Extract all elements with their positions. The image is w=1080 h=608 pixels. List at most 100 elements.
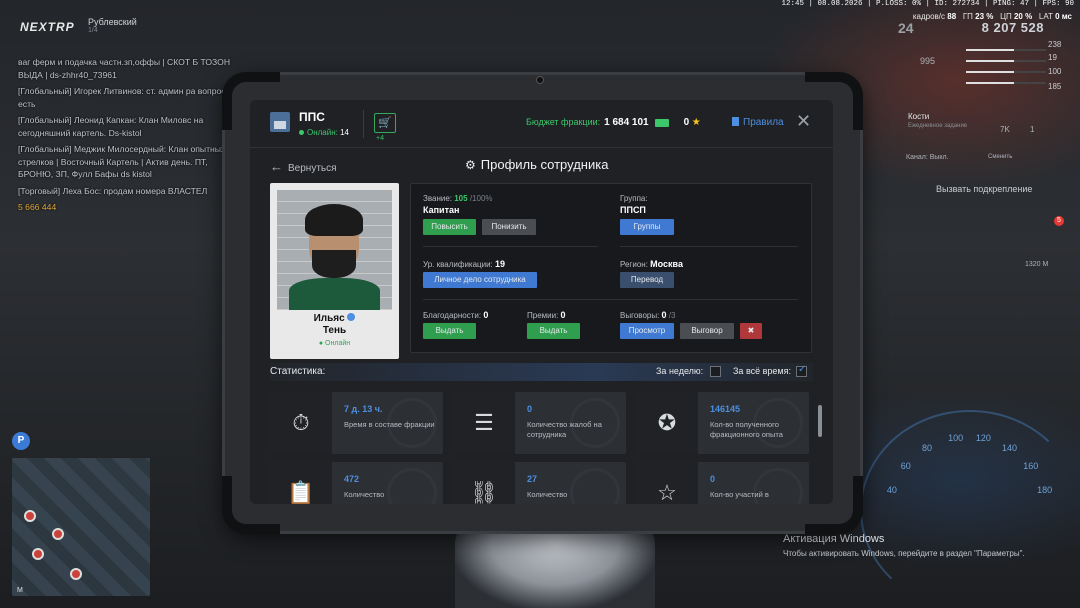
stat-value: 146145 xyxy=(710,404,741,414)
give-bonus-button[interactable]: Выдать xyxy=(527,323,580,339)
stat-tile: ⏱ 7 д. 13 ч. Время в составе фракции xyxy=(270,392,443,454)
call-backup[interactable]: Вызвать подкрепление xyxy=(936,184,1032,194)
server-logo: NEXTRP xyxy=(20,20,75,34)
employee-info-panel: Звание: 105 /100% Капитан Повысить Пониз… xyxy=(410,183,812,353)
stat-tiles: ⏱ 7 д. 13 ч. Время в составе фракции ☰ 0 Коли… xyxy=(270,392,811,504)
dice-subtitle: Ежедневное задание xyxy=(908,123,968,129)
speed-tick-label: 60 xyxy=(900,460,911,471)
chat-message: ваг ферм и подачка частн.зп,оффы | СКОТ … xyxy=(18,57,231,80)
clipboard-icon: 📋 xyxy=(270,462,332,504)
star-icon: ★ xyxy=(691,117,701,128)
star-badge-icon: ☆ xyxy=(636,462,698,504)
groups-button[interactable]: Группы xyxy=(620,219,674,235)
map-marker-icon xyxy=(52,528,64,540)
view-reprimands-button[interactable]: Просмотр xyxy=(620,323,674,339)
stat-caption: Количество жалоб на сотрудника xyxy=(527,420,602,439)
reprimand-button[interactable]: Выговор xyxy=(680,323,734,339)
stopwatch-icon: ⏱ xyxy=(270,392,332,454)
bonus-label: Премии: 0 xyxy=(527,310,566,320)
employee-name: Ильяс Тень xyxy=(270,313,399,337)
back-button[interactable]: ← Вернуться xyxy=(270,159,337,174)
demote-button[interactable]: Понизить xyxy=(482,219,536,235)
scrollbar[interactable] xyxy=(818,405,822,437)
hud-stat-4: 185 xyxy=(1048,82,1062,91)
hud-counter-2: 1 xyxy=(1030,125,1035,134)
divider xyxy=(363,110,364,138)
cash-icon xyxy=(655,118,670,127)
week-checkbox[interactable] xyxy=(710,366,721,377)
chat-message: [Глобальный] Меджик Милосердный: Клан оп… xyxy=(18,144,226,179)
minimap: M xyxy=(12,458,150,596)
map-marker-icon xyxy=(24,510,36,522)
give-thanks-button[interactable]: Выдать xyxy=(423,323,476,339)
chat-message: [Глобальный] Леонид Капкан: Клан Миловс … xyxy=(18,115,204,138)
transfer-button[interactable]: Перевод xyxy=(620,272,674,288)
divider xyxy=(423,246,598,247)
statistics-bar: Статистика: За неделю: За всё время: xyxy=(270,363,813,381)
notification-badge: 5 xyxy=(1054,216,1064,226)
exp-badge-icon: ✪ xyxy=(636,392,698,454)
hud-counter-1: 7K xyxy=(1000,125,1010,134)
hud-price: 995 xyxy=(920,56,936,66)
map-marker-icon xyxy=(70,568,82,580)
close-icon: ✕ xyxy=(796,111,812,131)
faction-budget: Бюджет фракции: 1 684 101 0 ★ xyxy=(526,117,701,128)
dice-title: Кости xyxy=(908,112,930,121)
book-icon xyxy=(732,117,739,126)
promote-button[interactable]: Повысить xyxy=(423,219,476,235)
waypoint-distance: 1320 М xyxy=(1025,261,1049,268)
speed-tick-label: 180 xyxy=(1037,484,1053,495)
page-title: ⚙ Профиль сотрудника xyxy=(465,157,609,172)
group-name: ППСП xyxy=(620,205,646,215)
game-scene: NEXTRP Рублевский 1/4 ваг ферм и подачка… xyxy=(0,0,1080,608)
stat-caption: Количество xyxy=(344,490,385,499)
map-compass: M xyxy=(17,587,23,594)
employee-card: Ильяс Тень ● Онлайн xyxy=(270,183,399,359)
verified-icon xyxy=(347,313,356,321)
chat-log: ваг ферм и подачка частн.зп,оффы | СКОТ … xyxy=(18,56,243,218)
qualification-label: Ур. квалификации: 19 xyxy=(423,259,506,269)
cart-icon: 🛒 xyxy=(378,117,392,129)
stat-tile: ☰ 0 Количество жалоб на сотрудника xyxy=(453,392,626,454)
alltime-checkbox[interactable] xyxy=(796,364,807,377)
handcuffs-icon: ⛓ xyxy=(453,462,515,504)
fire-employee-button[interactable]: ✖ xyxy=(740,323,762,339)
hud-stat-1: 238 xyxy=(1048,40,1062,49)
hud-status-bars xyxy=(966,40,1046,93)
cart-button[interactable]: 🛒 xyxy=(374,113,396,133)
stat-value: 472 xyxy=(344,474,360,484)
hud-stat-3: 100 xyxy=(1048,67,1062,76)
hud-stat-2: 19 xyxy=(1048,53,1057,62)
chat-message: [Глобальный] Игорек Литвинов: ст. админ … xyxy=(18,86,226,109)
close-button[interactable]: ✕ xyxy=(796,112,811,130)
perf-topline: 12:45 | 08.08.2026 | P.LOSS: 0% | ID: 27… xyxy=(781,0,1074,8)
personal-file-button[interactable]: Личное дело сотрудника xyxy=(423,272,537,288)
chat-message: [Торговый] Леха Бос: продам номера ВЛАСТ… xyxy=(18,185,208,196)
speed-tick-label: 100 xyxy=(948,433,964,444)
speed-tick-label: 140 xyxy=(1002,442,1018,453)
stat-caption: Кол-во полученного фракционного опыта xyxy=(710,420,783,439)
speed-tick-label: 120 xyxy=(975,433,991,444)
alltime-label: За всё время: xyxy=(733,366,791,376)
statistics-label: Статистика: xyxy=(270,366,326,377)
region-label: Регион: Москва xyxy=(620,259,683,269)
arrow-left-icon: ← xyxy=(270,159,283,174)
radio-change[interactable]: Сменить xyxy=(988,154,1012,160)
windows-activation: Активация Windows Чтобы активировать Win… xyxy=(783,533,1025,558)
reprimand-label: Выговоры: 0 /3 xyxy=(620,310,676,320)
stat-caption: Время в составе фракции xyxy=(344,420,435,429)
thanks-label: Благодарности: 0 xyxy=(423,310,489,320)
hud-level: 24 xyxy=(898,20,914,36)
police-station-icon xyxy=(270,112,290,132)
online-counter: Онлайн: 14 xyxy=(299,128,349,137)
user-remove-icon: ✖ xyxy=(747,326,755,335)
rules-link[interactable]: Правила xyxy=(732,117,784,128)
speedometer: 40 60 80 100 120 140 160 180 xyxy=(860,410,1080,608)
stat-tile: 📋 472 Количество xyxy=(270,462,443,504)
complaint-icon: ☰ xyxy=(453,392,515,454)
hud-money: 8 207 528 xyxy=(981,20,1044,35)
parking-icon: P xyxy=(12,432,30,450)
cart-badge: +4 xyxy=(376,135,384,142)
tablet-camera xyxy=(536,76,544,84)
faction-title: ППС xyxy=(299,110,325,124)
